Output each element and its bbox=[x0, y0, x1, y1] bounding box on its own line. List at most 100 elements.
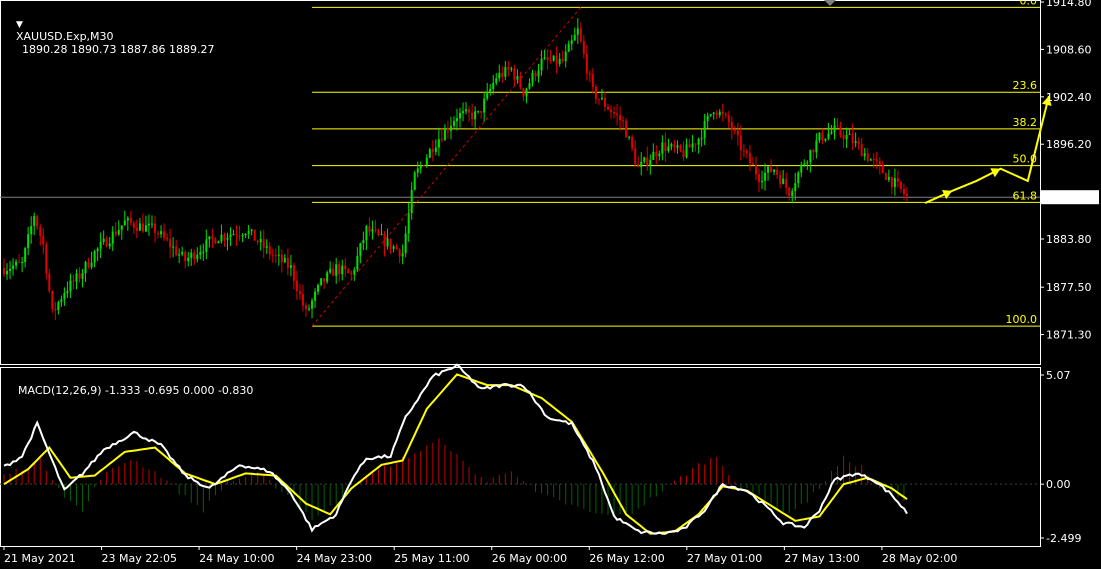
candle-body bbox=[468, 109, 471, 113]
candle-body bbox=[335, 264, 338, 276]
time-axis-label: 25 May 11:00 bbox=[394, 552, 469, 565]
candle-body bbox=[24, 248, 27, 263]
candle-body bbox=[727, 115, 730, 123]
candle-body bbox=[534, 72, 537, 77]
candle-body bbox=[896, 178, 899, 182]
price-axis-label: 1877.50 bbox=[1046, 281, 1092, 294]
time-axis-label: 28 May 02:00 bbox=[882, 552, 957, 565]
candle-body bbox=[317, 284, 320, 292]
candle-body bbox=[890, 176, 893, 187]
candle-body bbox=[522, 88, 525, 97]
candle-body bbox=[166, 237, 169, 240]
time-axis-label: 27 May 01:00 bbox=[687, 552, 762, 565]
candle-body bbox=[289, 265, 292, 268]
candle-body bbox=[141, 223, 144, 232]
candle-body bbox=[579, 28, 582, 42]
time-axis-label: 21 May 2021 bbox=[4, 552, 76, 565]
candle-body bbox=[682, 150, 685, 158]
candle-body bbox=[434, 147, 437, 152]
candle-body bbox=[392, 246, 395, 249]
chart-canvas[interactable]: 0.023.638.250.061.8100.0 1914.801908.601… bbox=[0, 0, 1101, 569]
trading-chart[interactable]: 0.0 23.6 38.2 50.0 61.8 100.0 1914.80 1908.60 1… bbox=[0, 0, 1101, 569]
candle-body bbox=[827, 133, 830, 139]
candle-body bbox=[812, 149, 815, 153]
candle-body bbox=[440, 139, 443, 141]
candle-body bbox=[594, 86, 597, 99]
candle-body bbox=[398, 249, 401, 257]
candle-body bbox=[126, 218, 129, 221]
candle-body bbox=[226, 237, 229, 240]
candle-body bbox=[842, 134, 845, 140]
candle-body bbox=[552, 55, 555, 61]
candle-body bbox=[305, 305, 307, 310]
candle-body bbox=[193, 252, 196, 260]
candle-body bbox=[721, 111, 724, 115]
candle-body bbox=[670, 144, 673, 147]
candle-body bbox=[582, 41, 585, 54]
candle-body bbox=[480, 111, 483, 113]
candle-body bbox=[465, 109, 468, 112]
candle-body bbox=[341, 265, 344, 275]
candle-body bbox=[619, 115, 622, 121]
candle-body bbox=[516, 76, 519, 80]
price-axis-label: 1883.80 bbox=[1046, 233, 1092, 246]
candle-body bbox=[703, 121, 706, 138]
candle-body bbox=[132, 222, 135, 228]
candle-body bbox=[570, 40, 573, 44]
candle-body bbox=[190, 252, 193, 258]
candle-body bbox=[824, 138, 827, 141]
candle-body bbox=[588, 73, 591, 75]
candle-body bbox=[498, 72, 501, 79]
candle-body bbox=[878, 161, 881, 165]
candle-body bbox=[428, 149, 431, 158]
fib-level-label: 100.0 bbox=[1006, 313, 1038, 326]
candle-body bbox=[631, 136, 634, 149]
candle-body bbox=[410, 189, 413, 214]
candle-body bbox=[244, 233, 247, 236]
candle-body bbox=[809, 149, 812, 163]
candle-body bbox=[220, 234, 223, 242]
candle-body bbox=[700, 137, 703, 139]
candle-body bbox=[84, 261, 87, 274]
forecast-path bbox=[924, 95, 1050, 204]
candle-body bbox=[613, 112, 616, 114]
candle-body bbox=[3, 268, 5, 275]
candle-body bbox=[371, 229, 374, 232]
candle-body bbox=[761, 180, 764, 183]
candle-body bbox=[344, 265, 347, 270]
candle-body bbox=[664, 142, 667, 152]
window-scroll-marker bbox=[824, 0, 836, 6]
candle-body bbox=[214, 238, 217, 244]
candle-body bbox=[6, 270, 9, 275]
candle-body bbox=[610, 109, 613, 113]
candle-body bbox=[718, 111, 721, 116]
candle-body bbox=[401, 253, 404, 257]
price-axis-label: 1908.60 bbox=[1046, 43, 1092, 56]
candle-body bbox=[431, 149, 434, 152]
candle-body bbox=[308, 308, 311, 310]
time-axis-label: 23 May 22:05 bbox=[102, 552, 177, 565]
candle-body bbox=[519, 76, 522, 89]
candle-body bbox=[715, 112, 718, 116]
candle-body bbox=[597, 98, 600, 100]
candle-body bbox=[404, 233, 407, 254]
candle-body bbox=[274, 255, 277, 257]
candle-body bbox=[549, 60, 552, 62]
collapse-arrow-icon[interactable]: ▼ bbox=[16, 20, 23, 30]
candle-body bbox=[235, 234, 238, 236]
candle-body bbox=[585, 53, 588, 74]
candle-body bbox=[271, 254, 274, 256]
candle-body bbox=[326, 272, 329, 282]
candle-body bbox=[872, 159, 875, 161]
candle-body bbox=[622, 120, 625, 122]
candle-body bbox=[102, 238, 105, 242]
candle-body bbox=[857, 141, 860, 144]
candle-body bbox=[673, 144, 676, 148]
price-axis-label: 1914.80 bbox=[1046, 0, 1092, 9]
candle-body bbox=[739, 135, 742, 151]
candle-body bbox=[767, 166, 770, 173]
candle-body bbox=[356, 255, 359, 270]
candle-body bbox=[108, 243, 111, 247]
candle-body bbox=[462, 111, 465, 113]
candle-body bbox=[839, 126, 842, 135]
